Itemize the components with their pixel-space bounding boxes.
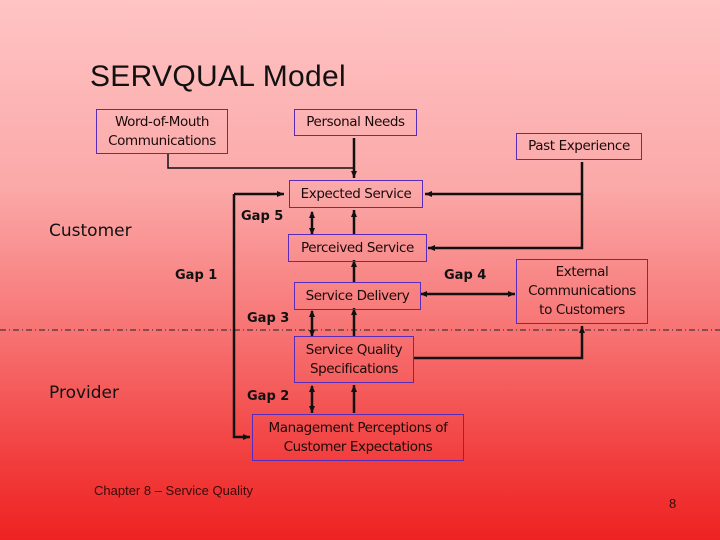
box-label-line: Communications [528,283,636,299]
customer-region-label: Customer [49,221,132,241]
box-label-line: Service Quality [305,341,403,358]
box-label-line: Specifications [309,360,399,377]
box-label: Expected Service [300,185,412,202]
gap5-label: Gap 5 [241,209,284,224]
gap1-label: Gap 1 [175,268,218,283]
box-label: Personal Needs [306,114,405,130]
gap3-label: Gap 3 [247,311,290,326]
management-perceptions-box: Management Perceptions of Customer Expec… [252,414,464,461]
past-experience-box: Past Experience [516,133,642,160]
perceived-service-box: Perceived Service [288,234,427,262]
external-communications-box: External Communications to Customers [516,259,648,324]
word-of-mouth-box: Word-of-Mouth Communications [96,109,228,154]
box-label-line: Word-of-Mouth [114,113,210,130]
box-label-line: Customer Expectations [283,438,433,455]
box-label-line: to Customers [539,302,625,318]
provider-region-label: Provider [49,383,119,403]
box-label: Service Delivery [305,287,410,304]
box-label: Past Experience [528,138,630,154]
box-label: Perceived Service [301,239,414,256]
footer-chapter-text: Chapter 8 – Service Quality [94,483,253,498]
service-quality-specifications-box: Service Quality Specifications [294,336,414,383]
box-label-line: External [555,264,609,280]
box-label-line: Management Perceptions of [268,419,448,436]
page-number: 8 [669,496,677,511]
personal-needs-box: Personal Needs [294,109,417,136]
connector-specs-external [413,326,585,360]
connector-past-perceived [428,194,584,251]
gap2-label: Gap 2 [247,389,290,404]
connector-past-expected [425,162,584,197]
gap4-label: Gap 4 [444,268,487,283]
box-label-line: Communications [108,132,216,149]
expected-service-box: Expected Service [289,180,423,208]
connector-wom-expected [167,154,354,169]
service-delivery-box: Service Delivery [294,282,421,310]
